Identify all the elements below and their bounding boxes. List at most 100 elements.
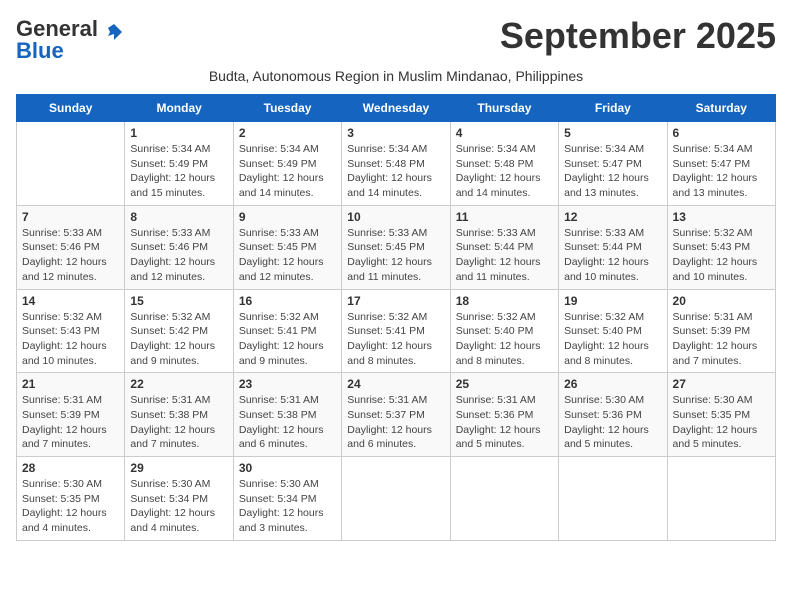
day-number: 21 — [22, 377, 119, 391]
sunrise-text: Sunrise: 5:32 AM — [673, 227, 753, 239]
day-info: Sunrise: 5:33 AM Sunset: 5:45 PM Dayligh… — [239, 226, 336, 285]
calendar-cell: 7 Sunrise: 5:33 AM Sunset: 5:46 PM Dayli… — [17, 205, 125, 289]
sunrise-text: Sunrise: 5:30 AM — [673, 394, 753, 406]
day-info: Sunrise: 5:34 AM Sunset: 5:49 PM Dayligh… — [239, 142, 336, 201]
logo-blue: Blue — [16, 38, 124, 64]
calendar-week-row: 28 Sunrise: 5:30 AM Sunset: 5:35 PM Dayl… — [17, 457, 776, 541]
daylight-text: Daylight: 12 hours and 10 minutes. — [22, 340, 107, 367]
sunrise-text: Sunrise: 5:32 AM — [239, 311, 319, 323]
logo: General Blue — [16, 16, 124, 64]
sunrise-text: Sunrise: 5:32 AM — [564, 311, 644, 323]
sunrise-text: Sunrise: 5:32 AM — [22, 311, 102, 323]
calendar-cell — [17, 122, 125, 206]
sunset-text: Sunset: 5:48 PM — [456, 158, 534, 170]
sunrise-text: Sunrise: 5:31 AM — [130, 394, 210, 406]
daylight-text: Daylight: 12 hours and 5 minutes. — [456, 424, 541, 451]
calendar-cell: 30 Sunrise: 5:30 AM Sunset: 5:34 PM Dayl… — [233, 457, 341, 541]
calendar-cell — [559, 457, 667, 541]
day-header-monday: Monday — [125, 95, 233, 122]
sunset-text: Sunset: 5:40 PM — [564, 325, 642, 337]
sunrise-text: Sunrise: 5:34 AM — [130, 143, 210, 155]
sunrise-text: Sunrise: 5:30 AM — [130, 478, 210, 490]
calendar-cell: 15 Sunrise: 5:32 AM Sunset: 5:42 PM Dayl… — [125, 289, 233, 373]
calendar-cell: 10 Sunrise: 5:33 AM Sunset: 5:45 PM Dayl… — [342, 205, 450, 289]
calendar-cell: 29 Sunrise: 5:30 AM Sunset: 5:34 PM Dayl… — [125, 457, 233, 541]
daylight-text: Daylight: 12 hours and 12 minutes. — [130, 256, 215, 283]
daylight-text: Daylight: 12 hours and 7 minutes. — [22, 424, 107, 451]
calendar-week-row: 14 Sunrise: 5:32 AM Sunset: 5:43 PM Dayl… — [17, 289, 776, 373]
calendar-cell — [342, 457, 450, 541]
day-info: Sunrise: 5:30 AM Sunset: 5:35 PM Dayligh… — [673, 393, 770, 452]
daylight-text: Daylight: 12 hours and 10 minutes. — [673, 256, 758, 283]
calendar-week-row: 21 Sunrise: 5:31 AM Sunset: 5:39 PM Dayl… — [17, 373, 776, 457]
day-header-friday: Friday — [559, 95, 667, 122]
sunset-text: Sunset: 5:39 PM — [673, 325, 751, 337]
calendar-cell: 20 Sunrise: 5:31 AM Sunset: 5:39 PM Dayl… — [667, 289, 775, 373]
sunrise-text: Sunrise: 5:33 AM — [130, 227, 210, 239]
day-number: 5 — [564, 126, 661, 140]
day-number: 28 — [22, 461, 119, 475]
daylight-text: Daylight: 12 hours and 5 minutes. — [564, 424, 649, 451]
day-info: Sunrise: 5:31 AM Sunset: 5:38 PM Dayligh… — [239, 393, 336, 452]
day-header-tuesday: Tuesday — [233, 95, 341, 122]
day-info: Sunrise: 5:31 AM Sunset: 5:36 PM Dayligh… — [456, 393, 553, 452]
day-info: Sunrise: 5:33 AM Sunset: 5:44 PM Dayligh… — [564, 226, 661, 285]
day-number: 30 — [239, 461, 336, 475]
sunset-text: Sunset: 5:35 PM — [22, 493, 100, 505]
day-number: 24 — [347, 377, 444, 391]
sunrise-text: Sunrise: 5:31 AM — [22, 394, 102, 406]
sunrise-text: Sunrise: 5:31 AM — [456, 394, 536, 406]
sunrise-text: Sunrise: 5:33 AM — [456, 227, 536, 239]
sunset-text: Sunset: 5:46 PM — [22, 241, 100, 253]
daylight-text: Daylight: 12 hours and 14 minutes. — [456, 172, 541, 199]
sunset-text: Sunset: 5:35 PM — [673, 409, 751, 421]
sunset-text: Sunset: 5:43 PM — [22, 325, 100, 337]
day-number: 27 — [673, 377, 770, 391]
sunset-text: Sunset: 5:34 PM — [130, 493, 208, 505]
sunset-text: Sunset: 5:38 PM — [239, 409, 317, 421]
daylight-text: Daylight: 12 hours and 6 minutes. — [347, 424, 432, 451]
sunset-text: Sunset: 5:37 PM — [347, 409, 425, 421]
calendar-cell: 11 Sunrise: 5:33 AM Sunset: 5:44 PM Dayl… — [450, 205, 558, 289]
sunrise-text: Sunrise: 5:30 AM — [239, 478, 319, 490]
day-info: Sunrise: 5:33 AM Sunset: 5:46 PM Dayligh… — [130, 226, 227, 285]
day-info: Sunrise: 5:32 AM Sunset: 5:41 PM Dayligh… — [347, 310, 444, 369]
day-number: 16 — [239, 294, 336, 308]
calendar-cell: 28 Sunrise: 5:30 AM Sunset: 5:35 PM Dayl… — [17, 457, 125, 541]
sunset-text: Sunset: 5:49 PM — [130, 158, 208, 170]
sunset-text: Sunset: 5:47 PM — [673, 158, 751, 170]
sunset-text: Sunset: 5:42 PM — [130, 325, 208, 337]
daylight-text: Daylight: 12 hours and 9 minutes. — [239, 340, 324, 367]
daylight-text: Daylight: 12 hours and 7 minutes. — [673, 340, 758, 367]
day-info: Sunrise: 5:34 AM Sunset: 5:49 PM Dayligh… — [130, 142, 227, 201]
calendar-cell: 25 Sunrise: 5:31 AM Sunset: 5:36 PM Dayl… — [450, 373, 558, 457]
daylight-text: Daylight: 12 hours and 13 minutes. — [564, 172, 649, 199]
calendar-cell: 27 Sunrise: 5:30 AM Sunset: 5:35 PM Dayl… — [667, 373, 775, 457]
calendar-cell: 9 Sunrise: 5:33 AM Sunset: 5:45 PM Dayli… — [233, 205, 341, 289]
day-number: 10 — [347, 210, 444, 224]
day-info: Sunrise: 5:34 AM Sunset: 5:48 PM Dayligh… — [456, 142, 553, 201]
daylight-text: Daylight: 12 hours and 12 minutes. — [239, 256, 324, 283]
day-number: 23 — [239, 377, 336, 391]
month-title: September 2025 — [500, 16, 776, 56]
day-info: Sunrise: 5:30 AM Sunset: 5:34 PM Dayligh… — [239, 477, 336, 536]
sunset-text: Sunset: 5:47 PM — [564, 158, 642, 170]
calendar-cell: 17 Sunrise: 5:32 AM Sunset: 5:41 PM Dayl… — [342, 289, 450, 373]
daylight-text: Daylight: 12 hours and 14 minutes. — [347, 172, 432, 199]
sunrise-text: Sunrise: 5:34 AM — [564, 143, 644, 155]
sunrise-text: Sunrise: 5:33 AM — [22, 227, 102, 239]
day-info: Sunrise: 5:32 AM Sunset: 5:43 PM Dayligh… — [673, 226, 770, 285]
calendar-cell: 23 Sunrise: 5:31 AM Sunset: 5:38 PM Dayl… — [233, 373, 341, 457]
sunrise-text: Sunrise: 5:34 AM — [673, 143, 753, 155]
sunrise-text: Sunrise: 5:31 AM — [673, 311, 753, 323]
day-number: 6 — [673, 126, 770, 140]
daylight-text: Daylight: 12 hours and 4 minutes. — [130, 507, 215, 534]
calendar-week-row: 7 Sunrise: 5:33 AM Sunset: 5:46 PM Dayli… — [17, 205, 776, 289]
sunrise-text: Sunrise: 5:33 AM — [239, 227, 319, 239]
sunset-text: Sunset: 5:36 PM — [564, 409, 642, 421]
day-number: 29 — [130, 461, 227, 475]
sunset-text: Sunset: 5:38 PM — [130, 409, 208, 421]
day-header-thursday: Thursday — [450, 95, 558, 122]
sunrise-text: Sunrise: 5:34 AM — [347, 143, 427, 155]
calendar-cell: 18 Sunrise: 5:32 AM Sunset: 5:40 PM Dayl… — [450, 289, 558, 373]
